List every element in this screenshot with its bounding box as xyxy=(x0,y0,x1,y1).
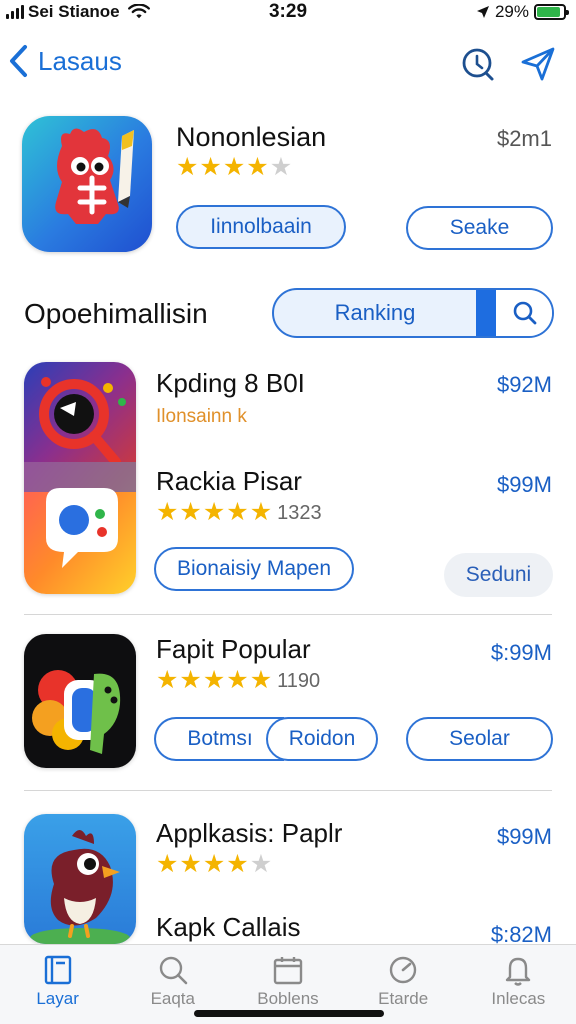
share-icon[interactable] xyxy=(520,46,556,82)
star-filled-icon: ★ xyxy=(179,850,202,878)
star-filled-icon: ★ xyxy=(226,666,249,694)
status-right: 29% xyxy=(476,2,569,22)
app-title: Kapk Callais xyxy=(156,912,301,942)
app-title: Rackia Pisar xyxy=(156,466,302,496)
calendar-icon xyxy=(273,957,303,985)
star-empty-icon: ★ xyxy=(269,153,293,181)
status-bar: Sei Stianoe 3:29 29% xyxy=(0,0,576,28)
rating-count: 1323 xyxy=(277,501,322,524)
star-filled-icon: ★ xyxy=(202,498,226,526)
star-filled-icon: ★ xyxy=(226,498,249,526)
ranking-search-field[interactable]: Ranking xyxy=(272,288,554,338)
gauge-icon xyxy=(389,956,417,984)
section-title: Opoehimallisin xyxy=(24,298,208,329)
app-primary-button[interactable]: Bionaisiy Mapen xyxy=(154,547,354,591)
segment-divider xyxy=(476,290,496,336)
app-rating: ★ ★ ★ ★ ★ 1190 xyxy=(156,668,320,693)
bell-icon xyxy=(506,957,531,986)
featured-app-price: $2m1 xyxy=(496,126,552,151)
mascot-illustration xyxy=(55,128,134,224)
app-title: Fapit Popular xyxy=(156,634,311,664)
app-icon-stack[interactable] xyxy=(24,362,136,594)
tab-label: Boblens xyxy=(257,989,319,1008)
app-secondary-button[interactable]: Seolar xyxy=(406,717,553,761)
nav-bar: Lasaus xyxy=(0,36,576,92)
app-icon[interactable] xyxy=(24,634,136,768)
star-filled-icon: ★ xyxy=(156,850,179,878)
tab-label: Etarde xyxy=(378,989,429,1008)
search-icon xyxy=(159,956,188,985)
search-icon[interactable] xyxy=(460,46,496,82)
star-filled-icon: ★ xyxy=(249,498,273,526)
star-filled-icon: ★ xyxy=(156,498,179,526)
app-icon-artwork xyxy=(32,670,121,754)
app-rating: ★ ★ ★ ★ ★ xyxy=(156,852,272,877)
chevron-left-icon xyxy=(10,45,27,77)
featured-app-title: Nononlesian xyxy=(176,122,327,152)
tab-label: Layar xyxy=(36,989,79,1008)
battery-percent: 29% xyxy=(494,2,529,21)
featured-rating: ★ ★ ★ ★ ★ xyxy=(176,155,292,180)
star-empty-icon: ★ xyxy=(249,850,273,878)
app-rating: ★ ★ ★ ★ ★ 1323 xyxy=(156,500,322,525)
app-price: $:99M xyxy=(490,640,552,665)
app-secondary-button[interactable]: Seduni xyxy=(444,553,553,597)
app-price: $92M xyxy=(496,372,552,397)
star-filled-icon: ★ xyxy=(199,153,222,181)
star-filled-icon: ★ xyxy=(179,498,202,526)
divider xyxy=(24,614,552,615)
rating-count: 1190 xyxy=(277,669,321,692)
search-icon xyxy=(513,301,537,325)
star-filled-icon: ★ xyxy=(202,850,226,878)
tab-label: Inlecas xyxy=(491,989,546,1008)
tab-inlecas[interactable]: Inlecas xyxy=(461,945,576,1024)
star-filled-icon: ★ xyxy=(226,850,249,878)
tab-layar[interactable]: Layar xyxy=(0,945,115,1024)
ranking-label[interactable]: Ranking xyxy=(274,290,476,336)
app-title: Applkasis: Paplr xyxy=(156,818,343,848)
divider xyxy=(24,790,552,791)
app-right-button[interactable]: Roidon xyxy=(266,717,378,761)
star-filled-icon: ★ xyxy=(202,666,226,694)
ranking-search-button[interactable] xyxy=(496,290,552,336)
star-filled-icon: ★ xyxy=(249,666,273,694)
star-filled-icon: ★ xyxy=(156,666,179,694)
app-price: $99M xyxy=(496,824,552,849)
app-left-button[interactable]: Botmsı xyxy=(154,717,284,761)
featured-app-icon[interactable] xyxy=(22,116,152,252)
home-indicator xyxy=(194,1010,384,1017)
star-filled-icon: ★ xyxy=(246,153,269,181)
featured-primary-button[interactable]: Iinnolbaain xyxy=(176,205,346,249)
app-title: Kpding 8 B0I xyxy=(156,368,305,398)
app-icon-artwork xyxy=(30,830,130,944)
app-icon-artwork xyxy=(24,362,136,594)
star-filled-icon: ★ xyxy=(222,153,246,181)
location-arrow-icon xyxy=(476,6,489,18)
battery-fill xyxy=(537,7,561,17)
featured-secondary-button[interactable]: Seake xyxy=(406,206,553,250)
star-filled-icon: ★ xyxy=(176,153,199,181)
back-label: Lasaus xyxy=(38,45,122,76)
book-icon xyxy=(44,955,71,985)
back-button[interactable]: Lasaus xyxy=(8,44,122,78)
tab-label: Eaqta xyxy=(150,989,195,1008)
battery-icon xyxy=(534,4,569,20)
app-icon[interactable] xyxy=(24,814,136,944)
star-filled-icon: ★ xyxy=(179,666,202,694)
app-price: $99M xyxy=(496,472,552,497)
app-subtitle: Ilonsainn k xyxy=(156,406,247,427)
